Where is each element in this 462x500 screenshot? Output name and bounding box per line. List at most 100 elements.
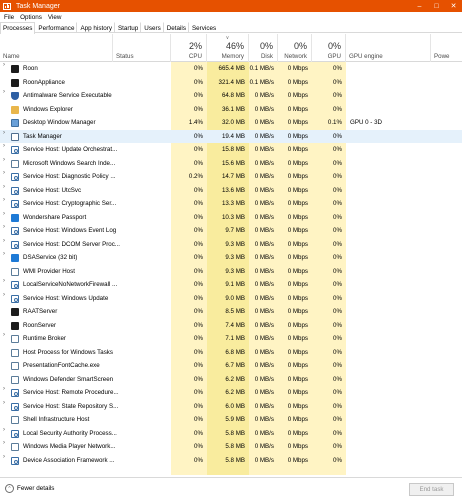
process-gpu-value: 0%: [333, 281, 342, 288]
column-header-network[interactable]: 0% Network: [278, 34, 312, 62]
process-net-value: 0 Mbps: [287, 281, 308, 288]
chevron-up-icon[interactable]: ⌃: [5, 484, 14, 493]
expand-chevron-icon[interactable]: ›: [3, 157, 9, 163]
expand-chevron-icon[interactable]: ›: [3, 454, 9, 460]
tab-services[interactable]: Services: [189, 22, 219, 33]
process-disk-value: 0 MB/s: [254, 348, 274, 356]
tab-app-history[interactable]: App history: [77, 22, 115, 33]
column-header-name[interactable]: Name: [0, 34, 113, 62]
process-row[interactable]: RAATServer 0% 8.5 MB 0 MB/s 0 Mbps 0%: [0, 305, 462, 319]
tab-performance[interactable]: Performance: [35, 22, 78, 33]
process-row[interactable]: › Service Host: UtcSvc 0% 13.6 MB 0 MB/s 0 Mb…: [0, 184, 462, 198]
column-header-disk[interactable]: 0% Disk: [249, 34, 278, 62]
process-row[interactable]: PresentationFontCache.exe 0% 6.7 MB 0 MB/s 0…: [0, 359, 462, 373]
process-name: LocalServiceNoNetworkFirewall ...: [23, 281, 118, 288]
process-gpu-value: 0%: [333, 200, 342, 207]
column-header-gpu-engine[interactable]: GPU engine: [346, 34, 431, 62]
column-header-status[interactable]: Status: [113, 34, 171, 62]
process-row[interactable]: Windows Explorer 0% 36.1 MB 0 MB/s 0 Mbps 0%: [0, 103, 462, 117]
expand-chevron-icon[interactable]: ›: [3, 197, 9, 203]
tab-users[interactable]: Users: [141, 22, 164, 33]
process-cpu-value: 0%: [194, 362, 203, 369]
fewer-details-link[interactable]: Fewer details: [17, 485, 54, 492]
expand-chevron-icon[interactable]: ›: [3, 332, 9, 338]
title-bar[interactable]: Task Manager – □ ✕: [0, 0, 462, 12]
menu-options[interactable]: Options: [20, 14, 42, 21]
expand-chevron-icon[interactable]: ›: [3, 292, 9, 298]
expand-chevron-icon[interactable]: ›: [3, 278, 9, 284]
process-name: Device Association Framework ...: [23, 456, 115, 464]
menu-view[interactable]: View: [48, 14, 62, 21]
tab-startup[interactable]: Startup: [115, 22, 142, 33]
column-header-gpu[interactable]: 0% GPU: [312, 34, 346, 62]
process-row[interactable]: › Task Manager 0% 19.4 MB 0 MB/s 0 Mbps 0%: [0, 129, 462, 143]
process-row[interactable]: › Service Host: Windows Event Log 0% 9.7 MB…: [0, 224, 462, 238]
monitor-icon: [11, 362, 19, 370]
process-row[interactable]: › Service Host: Cryptographic Ser... 0% 13.…: [0, 197, 462, 211]
process-row[interactable]: Windows Defender SmartScreen 0% 6.2 MB 0 MB…: [0, 373, 462, 387]
process-gpu-engine-value: [350, 319, 430, 333]
expand-chevron-icon[interactable]: ›: [3, 251, 9, 257]
expand-chevron-icon[interactable]: ›: [3, 130, 9, 136]
column-header-cpu[interactable]: 2% CPU: [171, 34, 207, 62]
expand-chevron-icon[interactable]: ›: [3, 224, 9, 230]
expand-chevron-icon[interactable]: ›: [3, 170, 9, 176]
process-row[interactable]: › Service Host: Windows Update 0% 9.0 MB 0 M…: [0, 292, 462, 306]
process-row[interactable]: › Service Host: State Repository S... 0% 6.…: [0, 400, 462, 414]
expand-chevron-icon[interactable]: ›: [3, 62, 9, 68]
expand-chevron-icon[interactable]: ›: [3, 427, 9, 433]
tab-processes[interactable]: Processes: [0, 22, 36, 34]
process-gpu-value: 0%: [333, 159, 342, 167]
process-cpu-value: 0.2%: [188, 173, 203, 180]
process-row[interactable]: › Antimalware Service Executable 0% 64.8 MB…: [0, 89, 462, 103]
process-gpu-engine-value: [350, 386, 430, 400]
expand-chevron-icon[interactable]: ›: [3, 184, 9, 190]
expand-chevron-icon[interactable]: ›: [3, 238, 9, 244]
maximize-button[interactable]: □: [428, 0, 445, 12]
process-name: Service Host: Remote Procedure...: [23, 389, 119, 396]
folder-icon: [11, 105, 19, 114]
process-row[interactable]: › Device Association Framework ... 0% 5.8 M…: [0, 454, 462, 468]
process-row[interactable]: › Runtime Broker 0% 7.1 MB 0 MB/s 0 Mbps 0%: [0, 332, 462, 346]
column-header-power[interactable]: Powe: [431, 34, 462, 62]
expand-chevron-icon[interactable]: ›: [3, 386, 9, 392]
process-row[interactable]: › DSAService (32 bit) 0% 9.3 MB 0 MB/s 0 Mbps…: [0, 251, 462, 265]
process-row[interactable]: RoonServer 0% 7.4 MB 0 MB/s 0 Mbps 0%: [0, 319, 462, 333]
process-row[interactable]: RoonAppliance 0% 321.4 MB 0.1 MB/s 0 Mbps 0%: [0, 76, 462, 90]
process-row[interactable]: › Roon 0% 665.4 MB 0.1 MB/s 0 Mbps 0%: [0, 62, 462, 76]
process-gpu-value: 0%: [333, 389, 342, 396]
process-row[interactable]: Desktop Window Manager 1.4% 32.0 MB 0 MB/s 0…: [0, 116, 462, 130]
process-name: Shell Infrastructure Host: [23, 416, 90, 423]
minimize-button[interactable]: –: [411, 0, 428, 12]
process-row[interactable]: › Service Host: Remote Procedure... 0% 6.2 …: [0, 386, 462, 400]
process-row[interactable]: › LocalServiceNoNetworkFirewall ... 0% 9.1 …: [0, 278, 462, 292]
process-row[interactable]: › Service Host: Update Orchestrat... 0% 15.…: [0, 143, 462, 157]
column-header-memory[interactable]: ∨ 46% Memory: [207, 34, 249, 62]
process-mem-value: 6.0 MB: [225, 402, 245, 410]
process-row[interactable]: › Windows Media Player Network... 0% 5.8 MB…: [0, 440, 462, 454]
expand-chevron-icon[interactable]: ›: [3, 440, 9, 446]
process-gpu-value: 0%: [333, 78, 342, 86]
process-row[interactable]: Shell Infrastructure Host 0% 5.9 MB 0 MB/s 0…: [0, 413, 462, 427]
tab-details[interactable]: Details: [164, 22, 189, 33]
process-disk-value: 0 MB/s: [254, 159, 274, 167]
end-task-button[interactable]: End task: [409, 483, 454, 496]
memory-total: 46%: [225, 41, 244, 51]
process-row[interactable]: Host Process for Windows Tasks 0% 6.8 MB 0 …: [0, 346, 462, 360]
expand-chevron-icon[interactable]: ›: [3, 89, 9, 95]
process-row[interactable]: › Microsoft Windows Search Inde... 0% 15.6 …: [0, 157, 462, 171]
process-row[interactable]: › Wondershare Passport 0% 10.3 MB 0 MB/s 0 Mb…: [0, 211, 462, 225]
process-net-value: 0 Mbps: [287, 429, 308, 437]
menu-file[interactable]: File: [4, 14, 14, 21]
process-gpu-value: 0%: [333, 186, 342, 194]
expand-chevron-icon[interactable]: ›: [3, 143, 9, 149]
expand-chevron-icon[interactable]: ›: [3, 400, 9, 406]
close-button[interactable]: ✕: [445, 0, 462, 12]
expand-chevron-icon[interactable]: ›: [3, 211, 9, 217]
process-row[interactable]: › Service Host: Diagnostic Policy ... 0.2%…: [0, 170, 462, 184]
process-row[interactable]: › Local Security Authority Process... 0% 5.…: [0, 427, 462, 441]
process-name: Desktop Window Manager: [23, 119, 96, 126]
process-row[interactable]: › Service Host: DCOM Server Proc... 0% 9.3 …: [0, 238, 462, 252]
network-total: 0%: [293, 41, 307, 51]
process-row[interactable]: WMI Provider Host 0% 9.3 MB 0 MB/s 0 Mbps 0%: [0, 265, 462, 279]
